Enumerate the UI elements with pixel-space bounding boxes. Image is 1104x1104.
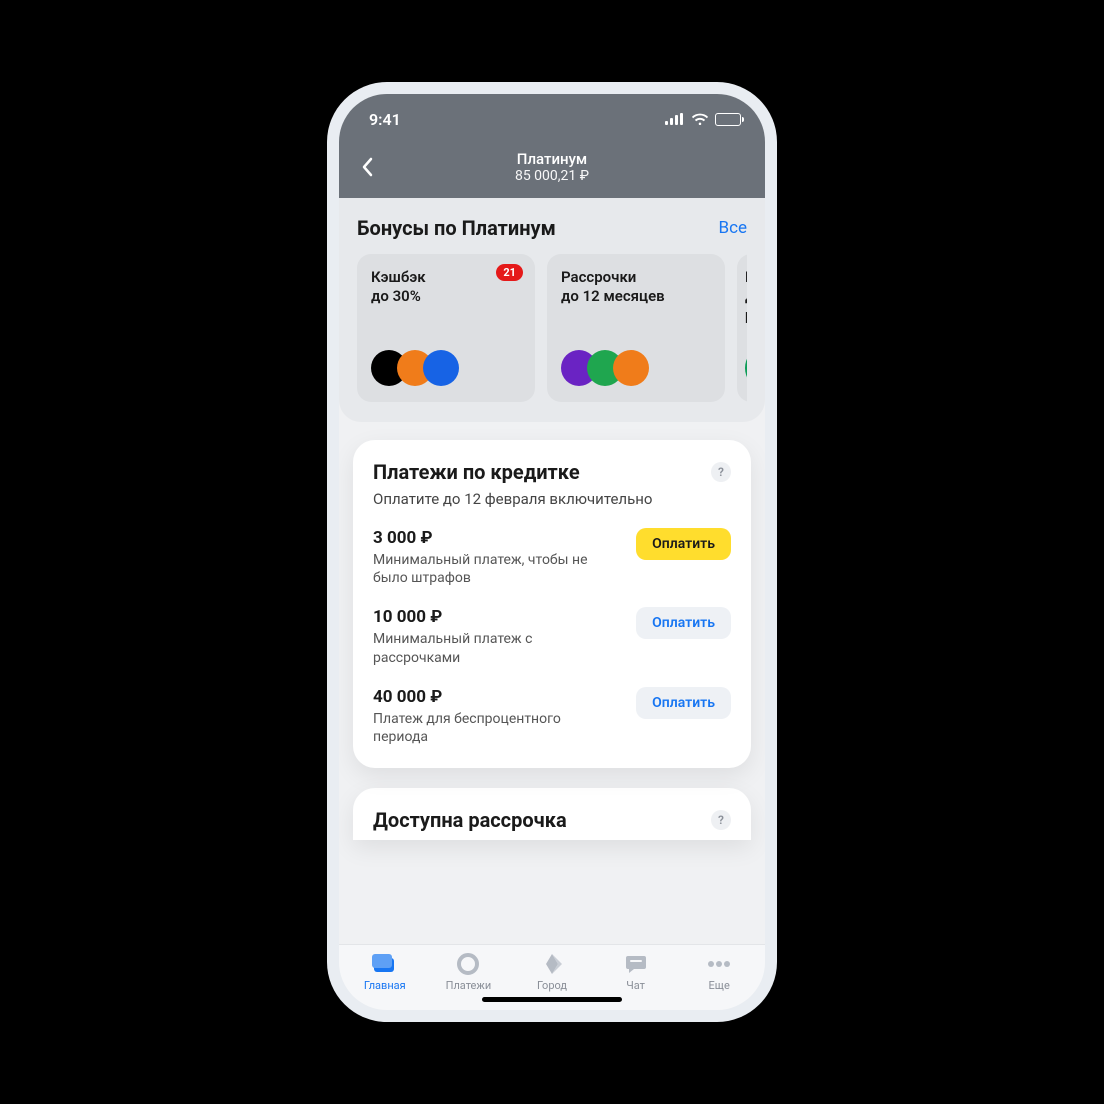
phone-frame: 9:41 Платинум 85 000,21 ₽ Бонусы по П [327,82,777,1022]
card-icon [372,953,398,975]
pay-button-secondary[interactable]: Оплатить [636,607,731,639]
tab-home[interactable]: Главная [343,953,427,992]
installment-title: Доступна рассрочка [373,808,567,832]
bonus-card-peek[interactable]: Кдр [737,254,747,402]
help-icon[interactable]: ? [711,462,731,482]
status-bar: 9:41 [339,94,765,144]
bonus-dots [561,350,711,386]
bonuses-title: Бонусы по Платинум [357,216,556,240]
pay-button-primary[interactable]: Оплатить [636,528,731,560]
phone-screen: 9:41 Платинум 85 000,21 ₽ Бонусы по П [339,94,765,1010]
payment-desc: Минимальный платеж с рассрочками [373,630,593,666]
home-indicator[interactable] [482,997,622,1002]
tab-label: Чат [626,979,645,992]
page-title: Платинум [355,150,749,168]
tab-chat[interactable]: Чат [594,953,678,992]
content: Бонусы по Платинум Все 21 Кэшбэкдо 30% Р… [339,198,765,944]
bonuses-section: Бонусы по Платинум Все 21 Кэшбэкдо 30% Р… [339,198,765,422]
payment-amount: 10 000 ₽ [373,607,593,627]
bonus-cards-row[interactable]: 21 Кэшбэкдо 30% Рассрочкидо 12 месяцев К… [357,254,747,402]
payment-amount: 3 000 ₽ [373,528,593,548]
bonus-dots [371,350,521,386]
wifi-icon [691,113,709,126]
tab-label: Город [537,979,567,992]
payments-title: Платежи по кредитке [373,460,580,484]
help-icon[interactable]: ? [711,810,731,830]
payments-card: Платежи по кредитке ? Оплатите до 12 фев… [353,440,751,768]
bonus-card-cashback[interactable]: 21 Кэшбэкдо 30% [357,254,535,402]
tab-label: Еще [709,979,730,992]
tab-city[interactable]: Город [510,953,594,992]
tab-label: Платежи [446,979,492,992]
payment-row: 10 000 ₽ Минимальный платеж с рассрочкам… [373,607,731,666]
payment-amount: 40 000 ₽ [373,687,593,707]
payment-desc: Платеж для беспроцентного периода [373,710,593,746]
payment-row: 3 000 ₽ Минимальный платеж, чтобы не был… [373,528,731,587]
bonus-text: Рассрочкидо 12 месяцев [561,268,711,306]
battery-icon [715,113,741,126]
status-icons [665,113,741,126]
dots-icon [706,953,732,975]
bonus-text: Кдр [745,268,747,324]
status-time: 9:41 [369,110,401,129]
header: Платинум 85 000,21 ₽ [339,144,765,198]
bonus-dots [745,350,747,386]
tab-payments[interactable]: Платежи [427,953,511,992]
payment-desc: Минимальный платеж, чтобы не было штрафо… [373,551,593,587]
header-titles: Платинум 85 000,21 ₽ [355,150,749,184]
tab-more[interactable]: Еще [677,953,761,992]
bonus-card-installments[interactable]: Рассрочкидо 12 месяцев [547,254,725,402]
payments-subtitle: Оплатите до 12 февраля включительно [373,490,731,508]
pay-button-secondary[interactable]: Оплатить [636,687,731,719]
badge-count: 21 [496,264,523,281]
diamond-icon [539,953,565,975]
payment-row: 40 000 ₽ Платеж для беспроцентного перио… [373,687,731,746]
tab-label: Главная [364,979,406,992]
installment-card[interactable]: Доступна рассрочка ? [353,788,751,840]
signal-icon [665,113,685,125]
bonuses-all-link[interactable]: Все [718,218,747,238]
circle-icon [455,953,481,975]
page-balance: 85 000,21 ₽ [355,168,749,184]
chat-icon [623,953,649,975]
